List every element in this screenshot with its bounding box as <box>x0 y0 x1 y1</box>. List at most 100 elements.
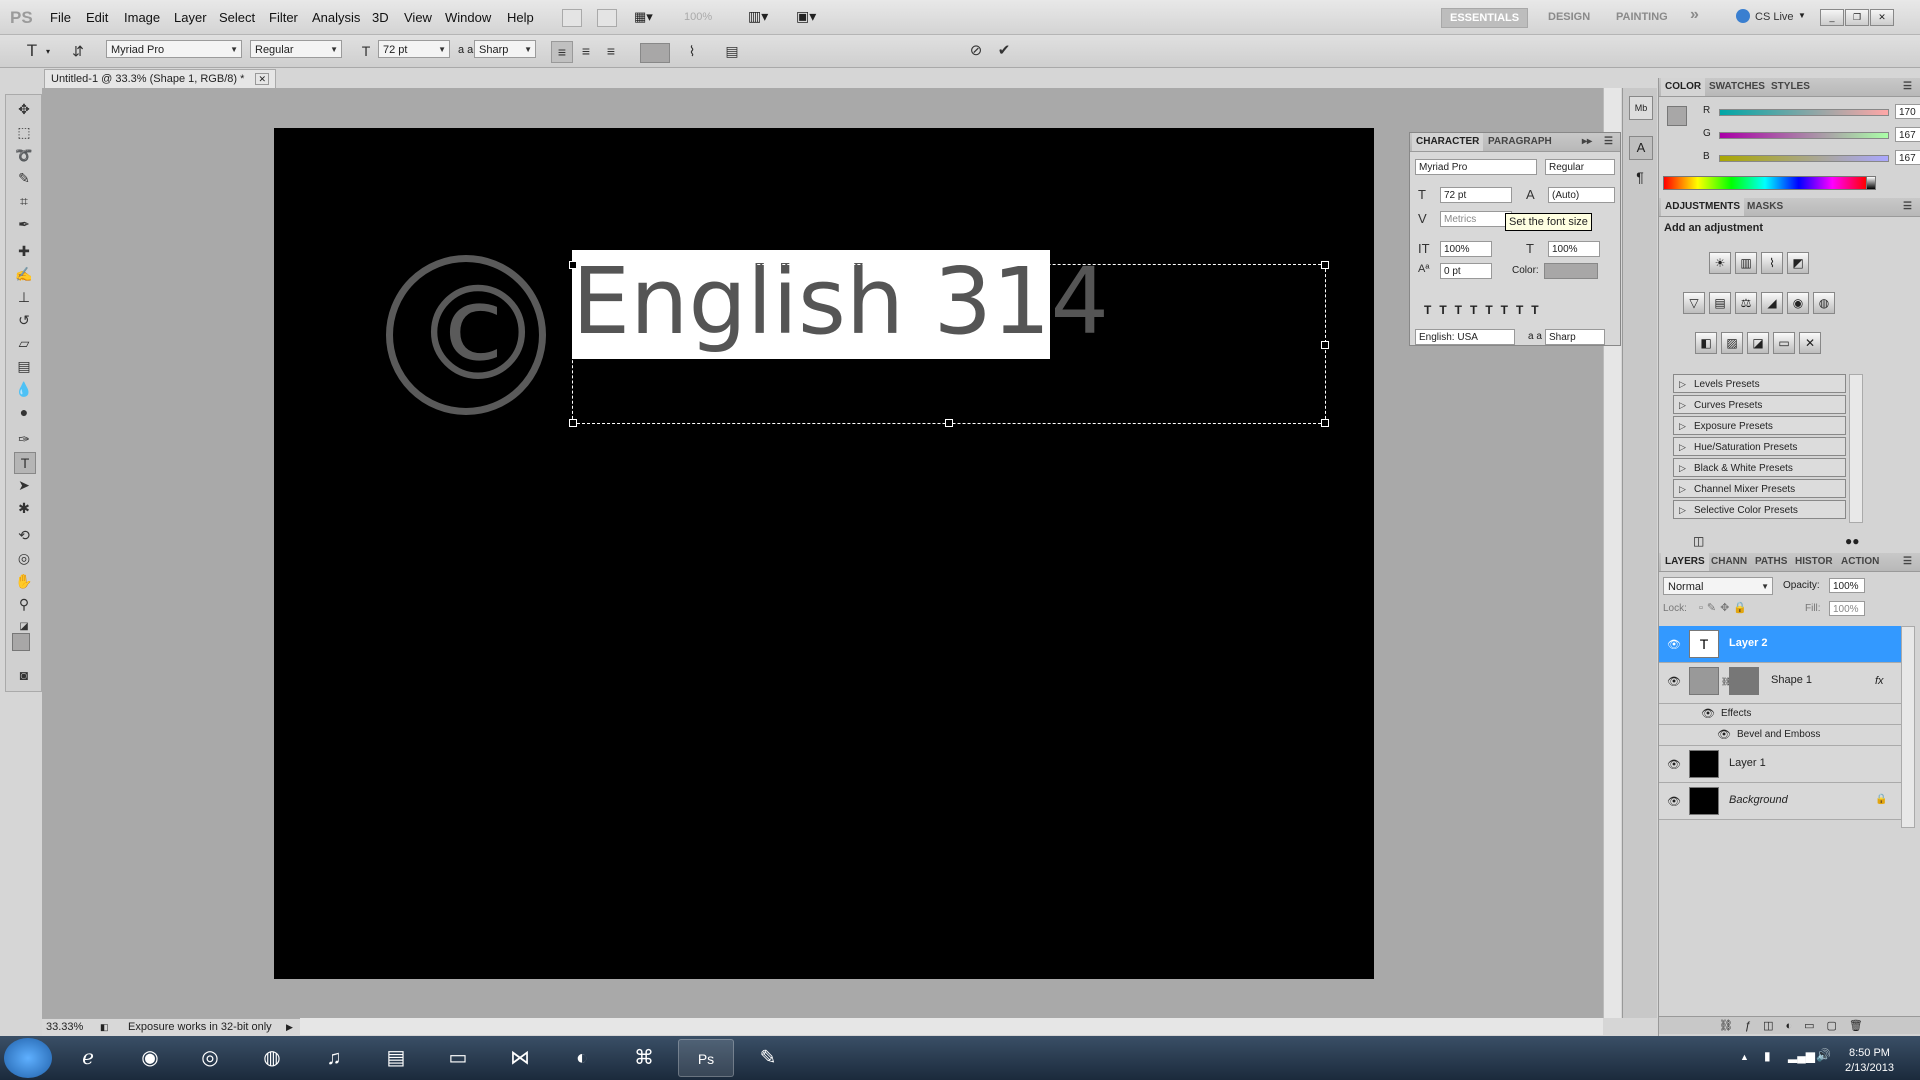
layer-row-background[interactable]: 👁 Background 🔒 <box>1659 783 1901 820</box>
tab-paths[interactable]: PATHS <box>1751 553 1791 571</box>
gradient-map-icon[interactable]: ▭ <box>1773 332 1795 354</box>
transform-handle[interactable] <box>1321 341 1329 349</box>
panel-menu-icon[interactable]: ☰ <box>1899 553 1916 571</box>
visual-studio-icon[interactable]: ⋈ <box>492 1039 548 1077</box>
opacity-field[interactable]: 100% <box>1829 578 1865 593</box>
internet-explorer-icon[interactable]: ℯ <box>60 1039 116 1077</box>
chrome-icon[interactable]: ◎ <box>182 1039 238 1077</box>
tab-channels[interactable]: CHANN <box>1707 553 1751 571</box>
character-panel-toggle-icon[interactable]: ▤ <box>722 41 742 61</box>
more-workspaces-icon[interactable]: » <box>1690 6 1699 24</box>
preset-arrow-icon[interactable]: ▾ <box>46 47 50 56</box>
char-baseline-field[interactable]: 0 pt <box>1440 263 1492 279</box>
cancel-edits-icon[interactable]: ⊘ <box>966 41 986 61</box>
panel-menu-icon[interactable]: ☰ <box>1899 78 1916 96</box>
notes-icon[interactable]: ▭ <box>430 1039 486 1077</box>
bridge-icon[interactable] <box>562 9 582 27</box>
layer-row-layer-1[interactable]: 👁 Layer 1 <box>1659 746 1901 783</box>
paragraph-panel-icon[interactable]: ¶ <box>1629 166 1651 188</box>
menu-image[interactable]: Image <box>124 10 160 25</box>
exposure-icon[interactable]: ◩ <box>1787 252 1809 274</box>
exposure-presets[interactable]: ▷ Exposure Presets <box>1673 416 1846 435</box>
workspace-essentials[interactable]: ESSENTIALS <box>1441 8 1529 28</box>
text-style-buttons[interactable]: TTTTTTTT <box>1424 303 1547 317</box>
adjustment-options-icon[interactable]: ●● <box>1845 534 1860 548</box>
history-brush-tool-icon[interactable]: ↺ <box>14 310 34 330</box>
char-vscale-field[interactable]: 100% <box>1440 241 1492 257</box>
channel-mixer-icon[interactable]: ◍ <box>1813 292 1835 314</box>
selective-color-presets[interactable]: ▷ Selective Color Presets <box>1673 500 1846 519</box>
show-hidden-icons-icon[interactable]: ▲ <box>1740 1052 1749 1062</box>
screen-mode-icon[interactable]: ▣▾ <box>796 8 816 25</box>
collapse-panel-icon[interactable]: ▸▸ <box>1578 133 1596 151</box>
green-slider[interactable] <box>1719 132 1889 139</box>
color-spectrum[interactable] <box>1663 176 1867 190</box>
threshold-icon[interactable]: ◪ <box>1747 332 1769 354</box>
spotify-icon[interactable]: ♫ <box>306 1039 362 1077</box>
gradient-tool-icon[interactable]: ▤ <box>14 356 34 376</box>
menu-help[interactable]: Help <box>507 10 534 25</box>
crop-tool-icon[interactable]: ⌗ <box>14 191 34 211</box>
start-button-icon[interactable] <box>4 1038 52 1078</box>
menu-edit[interactable]: Edit <box>86 10 108 25</box>
system-clock[interactable]: 8:50 PM 2/13/2013 <box>1845 1046 1894 1076</box>
custom-shape-tool-icon[interactable]: ✱ <box>14 498 34 518</box>
menu-filter[interactable]: Filter <box>269 10 298 25</box>
3d-orbit-tool-icon[interactable]: ◎ <box>14 548 34 568</box>
firefox-icon[interactable]: ◉ <box>122 1039 178 1077</box>
align-center-icon[interactable]: ≡ <box>576 41 596 61</box>
presets-scrollbar[interactable] <box>1849 374 1863 523</box>
effects-row[interactable]: 👁 Effects <box>1659 704 1901 725</box>
dodge-tool-icon[interactable]: ● <box>14 402 34 422</box>
text-bounding-box[interactable] <box>569 261 1329 427</box>
black-white-icon[interactable]: ◢ <box>1761 292 1783 314</box>
zoom-select[interactable]: 100% <box>684 11 712 23</box>
align-right-icon[interactable]: ≡ <box>601 41 621 61</box>
network-icon[interactable]: ▂▄▆ <box>1788 1049 1815 1063</box>
blue-slider[interactable] <box>1719 155 1889 162</box>
menu-select[interactable]: Select <box>219 10 255 25</box>
pen-tool-icon[interactable]: ✑ <box>14 429 34 449</box>
char-kerning-field[interactable]: Metrics <box>1440 211 1512 227</box>
eyedropper-tool-icon[interactable]: ✒ <box>14 214 34 234</box>
photoshop-taskbar-button[interactable]: Ps <box>678 1039 734 1077</box>
type-tool-preset-icon[interactable]: T <box>22 41 42 61</box>
quick-selection-tool-icon[interactable]: ✎ <box>14 168 34 188</box>
horizontal-scrollbar[interactable] <box>300 1018 1603 1035</box>
menu-analysis[interactable]: Analysis <box>312 10 360 25</box>
minimize-button[interactable]: _ <box>1820 9 1844 26</box>
cs-live-arrow-icon[interactable]: ▼ <box>1798 11 1806 20</box>
zoom-level[interactable]: 33.33% <box>46 1019 83 1036</box>
hand-tool-icon[interactable]: ✋ <box>14 571 34 591</box>
path-selection-tool-icon[interactable]: ➤ <box>14 475 34 495</box>
clone-stamp-tool-icon[interactable]: ⊥ <box>14 287 34 307</box>
3d-rotate-tool-icon[interactable]: ⟲ <box>14 525 34 545</box>
color-balance-icon[interactable]: ⚖ <box>1735 292 1757 314</box>
workspace-design[interactable]: DESIGN <box>1548 8 1590 26</box>
eraser-tool-icon[interactable]: ▱ <box>14 333 34 353</box>
extras-icon[interactable]: ▦▾ <box>634 9 658 25</box>
paint-icon[interactable]: ✎ <box>740 1039 796 1077</box>
tab-color[interactable]: COLOR <box>1661 78 1706 96</box>
invert-icon[interactable]: ◧ <box>1695 332 1717 354</box>
char-font-size-field[interactable]: 72 pt <box>1440 187 1512 203</box>
visibility-eye-icon[interactable]: 👁 <box>1667 758 1681 771</box>
font-style-select[interactable]: Regular ▼ <box>250 40 342 58</box>
move-tool-icon[interactable]: ✥ <box>14 99 34 119</box>
menu-view[interactable]: View <box>404 10 432 25</box>
warp-text-icon[interactable]: ⌇ <box>682 41 702 61</box>
visibility-eye-icon[interactable]: 👁 <box>1667 675 1681 688</box>
zoom-tool-icon[interactable]: ⚲ <box>14 594 34 614</box>
transform-handle[interactable] <box>1321 261 1329 269</box>
blend-mode-select[interactable]: Normal ▼ <box>1663 577 1773 595</box>
font-size-select[interactable]: 72 pt ▼ <box>378 40 450 58</box>
close-button[interactable]: ✕ <box>1870 9 1894 26</box>
char-color-swatch[interactable] <box>1544 263 1598 279</box>
char-leading-field[interactable]: (Auto) <box>1548 187 1615 203</box>
character-panel-icon[interactable]: A <box>1629 136 1653 160</box>
layer-row-layer-2[interactable]: 👁 T Layer 2 <box>1659 626 1901 663</box>
lasso-tool-icon[interactable]: ➰ <box>14 145 34 165</box>
red-value[interactable]: 170 <box>1895 104 1920 119</box>
selective-color-icon[interactable]: ✕ <box>1799 332 1821 354</box>
panel-menu-icon[interactable]: ☰ <box>1899 198 1916 216</box>
